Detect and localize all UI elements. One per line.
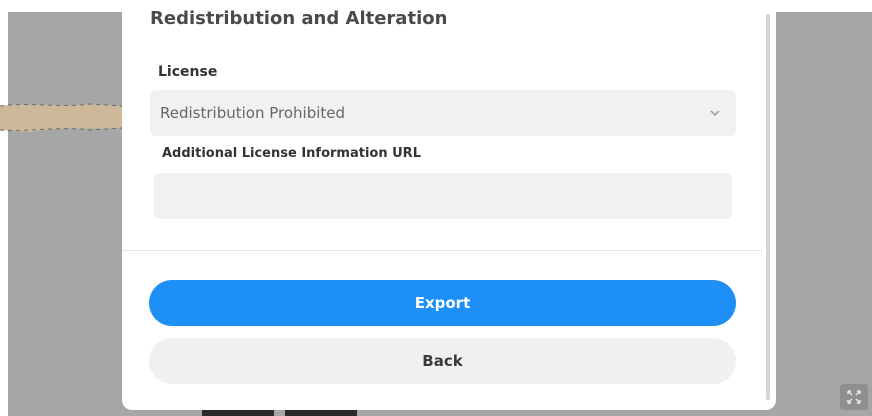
dialog-scrollbar[interactable] <box>766 14 770 400</box>
section-title: Redistribution and Alteration <box>150 8 448 29</box>
chevron-down-icon <box>710 110 720 117</box>
fullscreen-icon <box>847 390 861 404</box>
fullscreen-button[interactable] <box>840 384 868 410</box>
license-select-value: Redistribution Prohibited <box>160 104 346 122</box>
additional-url-label: Additional License Information URL <box>162 146 421 161</box>
license-label: License <box>158 64 218 80</box>
back-button[interactable]: Back <box>149 338 736 384</box>
divider <box>122 250 762 251</box>
license-select[interactable]: Redistribution Prohibited <box>150 90 736 136</box>
export-button[interactable]: Export <box>149 280 736 326</box>
additional-url-input[interactable] <box>154 173 732 219</box>
background-shape <box>0 103 123 132</box>
